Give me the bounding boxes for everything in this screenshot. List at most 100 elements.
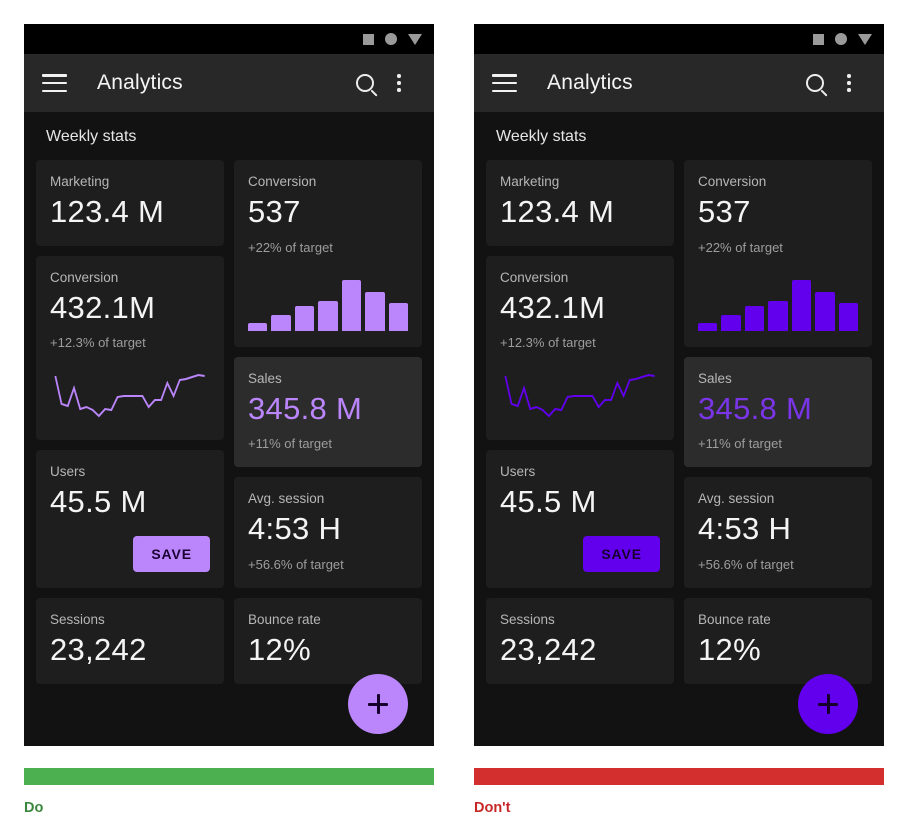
overflow-menu-button[interactable] [382,66,416,100]
content-area: Weekly stats Marketing 123.4 M Conversio… [474,112,884,746]
card-conversion-line[interactable]: Conversion 432.1M +12.3% of target [36,255,224,441]
bar-chart [698,269,858,331]
line-chart [54,374,205,418]
card-marketing[interactable]: Marketing 123.4 M [36,160,224,246]
dropdown-triangle-icon [858,33,872,45]
card-label: Sales [248,370,282,386]
page-title: Analytics [97,71,183,94]
overflow-menu-button[interactable] [832,66,866,100]
card-value: 537 [698,194,751,229]
stats-column-left: Marketing 123.4 M Conversion 432.1M +12.… [36,160,224,684]
card-label: Avg. session [248,491,325,507]
card-value: 345.8 M [698,390,813,426]
card-label: Marketing [500,174,560,189]
add-fab[interactable] [348,674,408,734]
status-bar [24,24,434,54]
card-label: Conversion [698,174,767,189]
card-sales[interactable]: Sales 345.8 M +11% of target [234,356,422,468]
card-subtext: +12.3% of target [500,335,596,351]
save-button[interactable]: SAVE [583,536,660,573]
card-label: Sessions [50,612,105,628]
stats-grid: Marketing 123.4 M Conversion 432.1M +12.… [474,160,884,684]
card-sales[interactable]: Sales 345.8 M +11% of target [684,356,872,468]
stats-column-right: Conversion 537 +22% of target Sales 345.… [234,160,422,684]
card-conversion-line[interactable]: Conversion 432.1M +12.3% of target [486,255,674,441]
search-button[interactable] [798,66,832,100]
verdict-label: Don't [474,800,511,816]
line-chart-series [54,374,205,418]
stats-column-left: Marketing 123.4 M Conversion 432.1M +12.… [486,160,674,684]
card-subtext: +56.6% of target [248,557,344,573]
card-value: 45.5 M [500,484,597,520]
circle-icon [835,33,847,45]
status-bar-icons [813,33,872,45]
content-area: Weekly stats Marketing 123.4 M Conversio… [24,112,434,746]
status-bar [474,24,884,54]
hamburger-menu-icon[interactable] [42,74,67,92]
hamburger-menu-icon[interactable] [492,74,517,92]
card-subtext: +12.3% of target [50,335,146,351]
verdict-bar [24,768,434,785]
stats-grid: Marketing 123.4 M Conversion 432.1M +12.… [24,160,434,684]
app-bar: Analytics [474,54,884,112]
card-subtext: +22% of target [248,239,333,255]
comparison-page: Analytics Weekly stats Marketing 123.4 M [0,0,907,838]
card-bounce-rate[interactable]: Bounce rate 12% [234,598,422,684]
card-label: Bounce rate [698,612,771,628]
card-bounce-rate[interactable]: Bounce rate 12% [684,598,872,684]
search-icon [806,74,824,92]
card-value: 345.8 M [248,390,363,426]
search-icon [356,74,374,92]
card-value: 123.4 M [50,194,165,229]
card-value: 45.5 M [50,484,147,520]
card-users[interactable]: Users 45.5 M SAVE [36,450,224,589]
card-conversion-bars[interactable]: Conversion 537 +22% of target [684,160,872,347]
card-label: Users [50,464,86,480]
card-value: 432.1M [500,289,606,325]
page-title: Analytics [547,71,633,94]
square-icon [813,33,824,45]
card-sessions[interactable]: Sessions 23,242 [486,598,674,684]
card-value: 4:53 H [248,511,342,547]
card-value: 123.4 M [500,194,615,229]
card-marketing[interactable]: Marketing 123.4 M [486,160,674,246]
add-fab[interactable] [798,674,858,734]
more-vert-icon [847,74,851,92]
card-avg-session[interactable]: Avg. session 4:53 H +56.6% of target [684,477,872,589]
square-icon [363,33,374,45]
line-chart-series [504,374,655,418]
plus-icon [818,694,838,714]
card-sessions[interactable]: Sessions 23,242 [36,598,224,684]
card-label: Sales [698,370,732,386]
card-subtext: +22% of target [698,239,783,255]
card-label: Avg. session [698,491,775,507]
card-label: Users [500,464,536,480]
card-value: 537 [248,194,301,229]
phone-frame-do: Analytics Weekly stats Marketing 123.4 M [24,24,434,746]
section-title: Weekly stats [496,128,587,145]
card-avg-session[interactable]: Avg. session 4:53 H +56.6% of target [234,477,422,589]
dropdown-triangle-icon [408,33,422,45]
section-title: Weekly stats [46,128,137,145]
card-value: 23,242 [500,632,597,668]
verdict-label: Do [24,800,44,816]
card-value: 23,242 [50,632,147,668]
dont-panel: Analytics Weekly stats Marketing 123.4 M [474,24,884,816]
verdict-bar [474,768,884,785]
card-label: Conversion [500,269,569,285]
circle-icon [385,33,397,45]
phone-frame-dont: Analytics Weekly stats Marketing 123.4 M [474,24,884,746]
card-label: Conversion [248,174,317,189]
card-users[interactable]: Users 45.5 M SAVE [486,450,674,589]
bar-chart [248,269,408,331]
search-button[interactable] [348,66,382,100]
card-value: 4:53 H [698,511,792,547]
card-label: Sessions [500,612,555,628]
line-chart [504,374,655,418]
card-label: Bounce rate [248,612,321,628]
save-button[interactable]: SAVE [133,536,210,573]
card-conversion-bars[interactable]: Conversion 537 +22% of target [234,160,422,347]
card-subtext: +11% of target [698,436,782,452]
card-label: Conversion [50,269,119,285]
status-bar-icons [363,33,422,45]
